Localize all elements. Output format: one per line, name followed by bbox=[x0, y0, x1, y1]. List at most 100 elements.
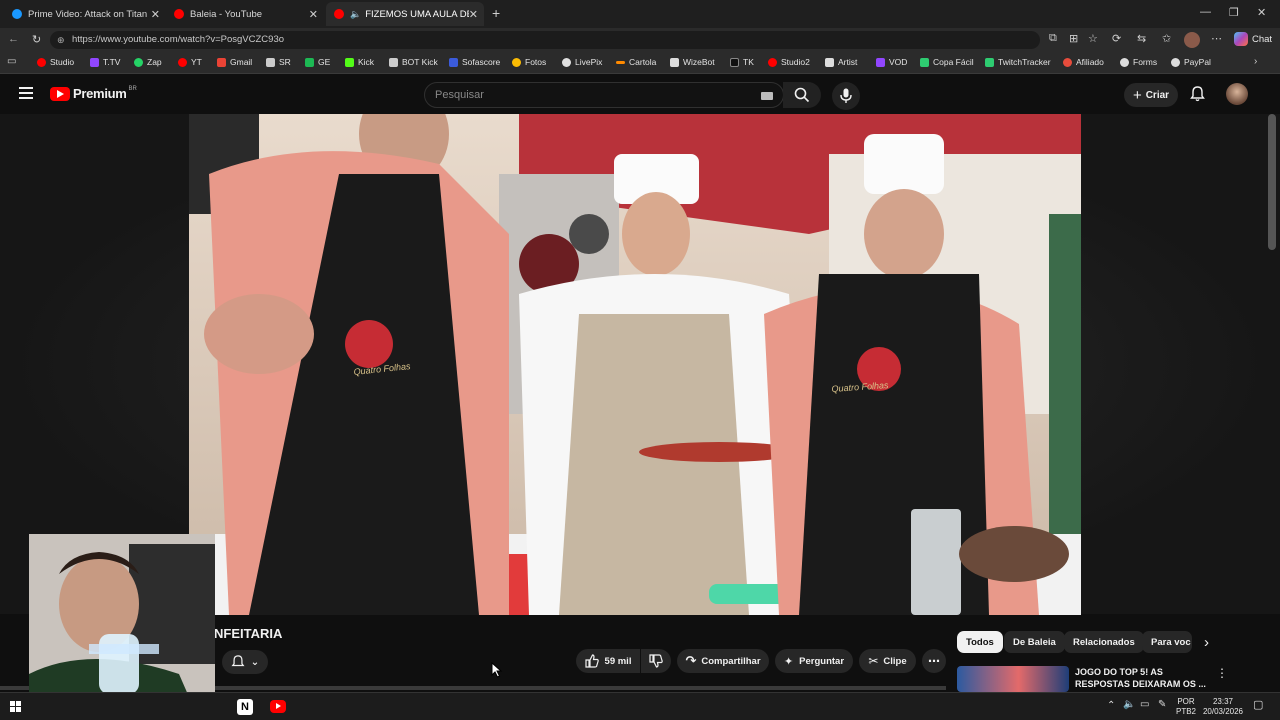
apps-icon[interactable]: ⊞ bbox=[1069, 32, 1078, 45]
site-info-icon[interactable]: ⊕ bbox=[57, 31, 65, 49]
bookmark-label: Sofascore bbox=[462, 57, 501, 67]
keyboard-icon[interactable] bbox=[761, 92, 773, 100]
like-button[interactable]: 59 mil bbox=[576, 649, 640, 673]
chip-de-baleia[interactable]: De Baleia bbox=[1004, 631, 1065, 653]
chip-todos[interactable]: Todos bbox=[957, 631, 1003, 653]
notification-preference-button[interactable]: ⌄ bbox=[222, 650, 268, 674]
video-frame[interactable]: Quatro Folhas Quatro Folhas bbox=[189, 114, 1081, 615]
bookmark-sr[interactable]: SR bbox=[266, 57, 291, 67]
url-text: https://www.youtube.com/watch?v=PosgVCZC… bbox=[72, 34, 285, 45]
back-icon[interactable]: ← bbox=[8, 33, 19, 45]
copilot-icon[interactable] bbox=[1234, 32, 1248, 46]
volume-icon[interactable]: 🔈 bbox=[1123, 699, 1135, 710]
network-icon[interactable]: ▭ bbox=[1140, 699, 1149, 710]
chevron-right-icon[interactable]: › bbox=[1204, 634, 1209, 651]
favorite-star-icon[interactable]: ☆ bbox=[1088, 32, 1098, 45]
bookmark-zap[interactable]: Zap bbox=[134, 57, 162, 67]
dislike-button[interactable] bbox=[641, 649, 671, 673]
chat-button[interactable]: Chat bbox=[1252, 34, 1272, 45]
more-vertical-icon[interactable]: ⋮ bbox=[1216, 666, 1228, 680]
bookmark-label: BOT Kick bbox=[402, 57, 438, 67]
bookmark-label: TK bbox=[743, 57, 754, 67]
pen-icon[interactable]: ✎ bbox=[1158, 699, 1166, 710]
bookmark-fotos[interactable]: Fotos bbox=[512, 57, 546, 67]
suggested-video-title[interactable]: JOGO DO TOP 5! AS RESPOSTAS DEIXARAM OS … bbox=[1075, 666, 1206, 690]
share-button[interactable]: ↷ Compartilhar bbox=[677, 649, 769, 673]
bookmark-afiliado[interactable]: Afiliado bbox=[1063, 57, 1104, 67]
bookmark-twitchtracker[interactable]: TwitchTracker bbox=[985, 57, 1051, 67]
bookmark-artist[interactable]: Artist bbox=[825, 57, 857, 67]
clip-button[interactable]: ✂ Clipe bbox=[859, 649, 916, 673]
bookmark-label: Afiliado bbox=[1076, 57, 1104, 67]
reload-icon[interactable]: ↻ bbox=[32, 33, 41, 46]
notifications-bell-icon[interactable] bbox=[1190, 86, 1205, 102]
chip-relacionados[interactable]: Relacionados bbox=[1064, 631, 1144, 653]
favorites-icon[interactable]: ✩ bbox=[1162, 32, 1171, 45]
suggested-video-thumbnail[interactable] bbox=[957, 666, 1069, 692]
close-window-icon[interactable]: ✕ bbox=[1257, 6, 1266, 19]
search-input[interactable]: Pesquisar bbox=[424, 82, 784, 108]
bookmark-copa-facil[interactable]: Copa Fácil bbox=[920, 57, 974, 67]
voice-search-button[interactable] bbox=[832, 82, 860, 110]
bookmark-cartola[interactable]: Cartola bbox=[616, 57, 656, 67]
bookmark-ge[interactable]: GE bbox=[305, 57, 330, 67]
close-icon[interactable]: ✕ bbox=[469, 8, 478, 21]
bookmark-livepix[interactable]: LivePix bbox=[562, 57, 602, 67]
windows-taskbar: N ⌃ 🔈 ▭ ✎ POR PTB2 23:37 20/03/2026 ▢ bbox=[0, 692, 1280, 720]
tab-prime-video[interactable]: Prime Video: Attack on Titan ✕ bbox=[4, 2, 166, 26]
extensions-icon[interactable]: ⟳ bbox=[1112, 32, 1121, 45]
bookmark-bot-kick[interactable]: BOT Kick bbox=[389, 57, 438, 67]
bookmark-paypal[interactable]: PayPal bbox=[1171, 57, 1211, 67]
windows-start-icon[interactable] bbox=[10, 701, 22, 713]
bookmark-studio[interactable]: Studio bbox=[37, 57, 74, 67]
bookmark-label: Zap bbox=[147, 57, 162, 67]
minimize-icon[interactable]: — bbox=[1200, 6, 1211, 18]
video-title: NFEITARIA bbox=[214, 626, 283, 641]
notification-center-icon[interactable]: ▢ bbox=[1253, 698, 1263, 711]
profile-avatar[interactable] bbox=[1184, 32, 1200, 48]
ask-button[interactable]: ✦ Perguntar bbox=[775, 649, 853, 673]
split-screen-icon[interactable]: ⇆ bbox=[1137, 32, 1146, 45]
bookmark-forms[interactable]: Forms bbox=[1120, 57, 1157, 67]
bookmark-label: GE bbox=[318, 57, 331, 67]
hamburger-menu-icon[interactable] bbox=[19, 87, 33, 99]
bookmark-wizebot[interactable]: WizeBot bbox=[670, 57, 715, 67]
tray-chevron-up-icon[interactable]: ⌃ bbox=[1107, 700, 1115, 711]
close-icon[interactable]: ✕ bbox=[151, 8, 160, 21]
chevron-right-icon[interactable]: › bbox=[1254, 56, 1257, 67]
bot-icon bbox=[389, 57, 398, 67]
chip-para-voce[interactable]: Para voc bbox=[1142, 631, 1192, 653]
bookmark-label: VOD bbox=[889, 57, 908, 67]
bookmark-kick[interactable]: Kick bbox=[345, 57, 374, 67]
bookmark-ttv[interactable]: T.TV bbox=[90, 57, 120, 67]
youtube-app-icon[interactable] bbox=[270, 700, 286, 713]
page-scrollbar[interactable] bbox=[1268, 114, 1276, 250]
new-tab-button[interactable]: + bbox=[492, 5, 500, 21]
globe-icon bbox=[1171, 57, 1180, 67]
bookmark-tk[interactable]: TK bbox=[730, 57, 754, 67]
bookmark-yt[interactable]: YT bbox=[178, 57, 202, 67]
bookmarks-menu-icon[interactable]: ▭ bbox=[7, 56, 16, 67]
url-field[interactable]: ⊕ https://www.youtube.com/watch?v=PosgVC… bbox=[50, 31, 1040, 49]
create-button[interactable]: + Criar bbox=[1124, 83, 1178, 107]
tab-active-video[interactable]: 🔈 FIZEMOS UMA AULA DE CON ✕ bbox=[326, 2, 484, 26]
restore-icon[interactable]: ❐ bbox=[1229, 6, 1239, 19]
clock-time: 23:37 bbox=[1212, 697, 1234, 706]
input-language[interactable]: POR PTB2 bbox=[1176, 697, 1196, 717]
bookmark-vod[interactable]: VOD bbox=[876, 57, 907, 67]
more-actions-button[interactable]: ⋯ bbox=[922, 649, 946, 673]
bookmark-studio2[interactable]: Studio2 bbox=[768, 57, 810, 67]
bookmark-gmail[interactable]: Gmail bbox=[217, 57, 252, 67]
speaker-icon[interactable]: 🔈 bbox=[350, 9, 361, 20]
close-icon[interactable]: ✕ bbox=[309, 8, 318, 21]
bookmark-sofascore[interactable]: Sofascore bbox=[449, 57, 500, 67]
tab-baleia-youtube[interactable]: Baleia - YouTube ✕ bbox=[166, 2, 324, 26]
youtube-premium-logo[interactable]: Premium BR bbox=[50, 86, 137, 101]
clock[interactable]: 23:37 20/03/2026 bbox=[1201, 697, 1245, 717]
more-menu-icon[interactable]: ⋯ bbox=[1211, 32, 1222, 45]
youtube-icon bbox=[334, 9, 344, 19]
translate-icon[interactable]: ⧉ bbox=[1049, 32, 1057, 45]
search-button[interactable] bbox=[783, 82, 821, 108]
notion-app-icon[interactable]: N bbox=[237, 699, 253, 715]
account-avatar[interactable] bbox=[1226, 83, 1248, 105]
